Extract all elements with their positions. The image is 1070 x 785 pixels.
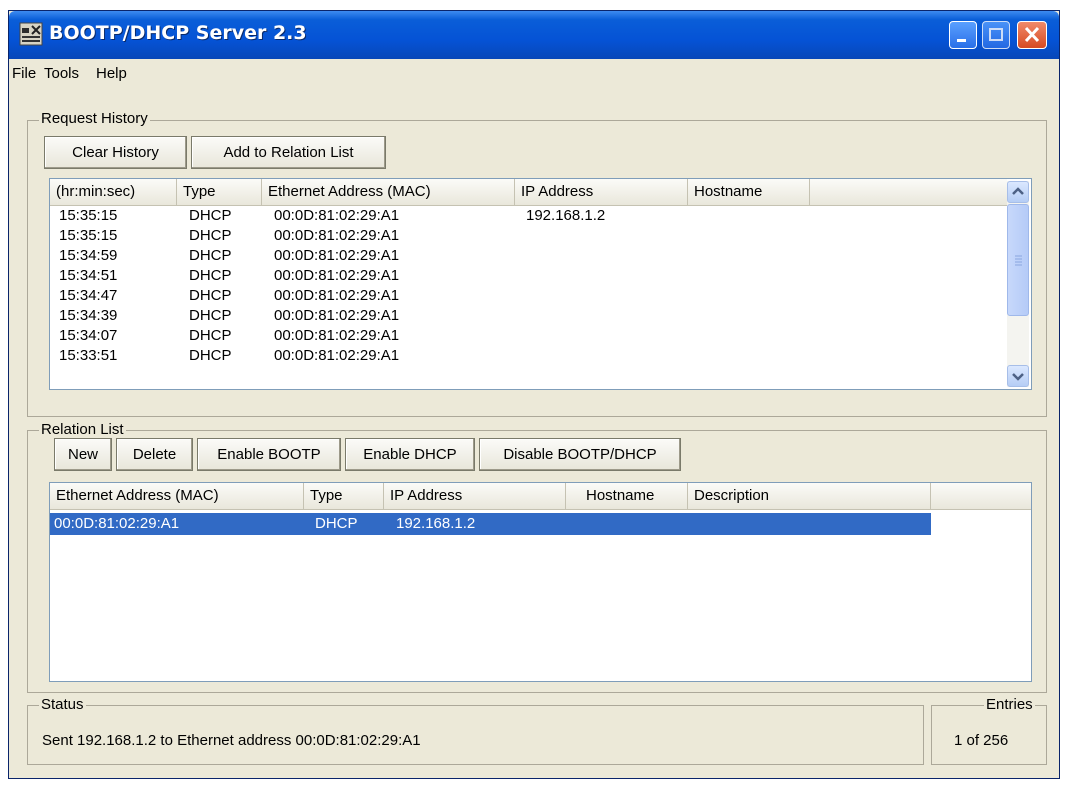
- request-history-scrollbar[interactable]: [1007, 181, 1029, 387]
- window-title: BOOTP/DHCP Server 2.3: [49, 22, 307, 44]
- table-row[interactable]: 15:35:15 DHCP 00:0D:81:02:29:A1: [50, 227, 1005, 247]
- cell-type: DHCP: [189, 247, 232, 264]
- chevron-down-icon: [1012, 373, 1024, 381]
- cell-time: 15:35:15: [59, 207, 118, 224]
- request-history-rows: 15:35:15 DHCP 00:0D:81:02:29:A1 192.168.1.2…: [50, 207, 1005, 389]
- relation-list-header: Ethernet Address (MAC) Type IP Address H…: [50, 483, 1031, 510]
- maximize-button[interactable]: [982, 21, 1010, 49]
- cell-time: 15:35:15: [59, 227, 118, 244]
- app-window: BOOTP/DHCP Server 2.3 File Tools Help Re…: [8, 10, 1060, 779]
- column-header-mac[interactable]: Ethernet Address (MAC): [262, 179, 515, 205]
- column-header-hostname[interactable]: Hostname: [566, 483, 688, 509]
- cell-time: 15:34:39: [59, 307, 118, 324]
- cell-type: DHCP: [189, 227, 232, 244]
- cell-time: 15:33:51: [59, 347, 118, 364]
- status-text: Sent 192.168.1.2 to Ethernet address 00:…: [42, 732, 421, 749]
- cell-mac: 00:0D:81:02:29:A1: [274, 287, 400, 304]
- cell-time: 15:34:47: [59, 287, 118, 304]
- table-row[interactable]: 15:34:39 DHCP 00:0D:81:02:29:A1: [50, 307, 1005, 327]
- cell-mac: 00:0D:81:02:29:A1: [274, 247, 400, 264]
- column-header-mac[interactable]: Ethernet Address (MAC): [50, 483, 304, 509]
- add-to-relation-list-button[interactable]: Add to Relation List: [191, 136, 386, 169]
- cell-type: DHCP: [189, 347, 232, 364]
- cell-type: DHCP: [189, 307, 232, 324]
- cell-time: 15:34:59: [59, 247, 118, 264]
- table-row[interactable]: 15:33:51 DHCP 00:0D:81:02:29:A1: [50, 347, 1005, 367]
- delete-button[interactable]: Delete: [116, 438, 193, 471]
- column-header-description[interactable]: Description: [688, 483, 931, 509]
- cell-mac: 00:0D:81:02:29:A1: [274, 227, 400, 244]
- scroll-thumb[interactable]: [1007, 204, 1029, 316]
- cell-type: DHCP: [189, 267, 232, 284]
- scroll-up-button[interactable]: [1007, 181, 1029, 203]
- request-history-label: Request History: [39, 110, 150, 127]
- new-button[interactable]: New: [54, 438, 112, 471]
- cell-type: DHCP: [189, 327, 232, 344]
- request-history-header: (hr:min:sec) Type Ethernet Address (MAC)…: [50, 179, 1007, 206]
- table-row[interactable]: 15:34:59 DHCP 00:0D:81:02:29:A1: [50, 247, 1005, 267]
- menu-bar: File Tools Help: [9, 61, 1059, 89]
- menu-tools[interactable]: Tools: [44, 65, 79, 82]
- menu-help[interactable]: Help: [96, 65, 127, 82]
- column-header-filler: [810, 179, 1007, 205]
- cell-time: 15:34:07: [59, 327, 118, 344]
- status-label: Status: [39, 696, 86, 713]
- cell-mac: 00:0D:81:02:29:A1: [274, 347, 400, 364]
- relation-list[interactable]: Ethernet Address (MAC) Type IP Address H…: [49, 482, 1032, 682]
- cell-ip: 192.168.1.2: [396, 515, 476, 532]
- app-icon: [19, 22, 43, 46]
- clear-history-button[interactable]: Clear History: [44, 136, 187, 169]
- column-header-ip[interactable]: IP Address: [384, 483, 566, 509]
- column-header-hostname[interactable]: Hostname: [688, 179, 810, 205]
- relation-list-label: Relation List: [39, 421, 126, 438]
- table-row[interactable]: 15:35:15 DHCP 00:0D:81:02:29:A1 192.168.1.2: [50, 207, 1005, 227]
- cell-time: 15:34:51: [59, 267, 118, 284]
- cell-type: DHCP: [189, 287, 232, 304]
- enable-dhcp-button[interactable]: Enable DHCP: [345, 438, 475, 471]
- entries-count: 1 of 256: [954, 732, 1009, 749]
- minimize-icon: [957, 39, 966, 42]
- grip-icon: [1015, 255, 1022, 266]
- entries-label: Entries: [984, 696, 1035, 713]
- minimize-button[interactable]: [949, 21, 977, 49]
- title-bar[interactable]: BOOTP/DHCP Server 2.3: [9, 11, 1059, 59]
- close-button[interactable]: [1017, 21, 1047, 49]
- relation-list-rows: 00:0D:81:02:29:A1 DHCP 192.168.1.2: [50, 513, 1031, 673]
- request-history-list[interactable]: (hr:min:sec) Type Ethernet Address (MAC)…: [49, 178, 1032, 390]
- cell-type: DHCP: [189, 207, 232, 224]
- cell-mac: 00:0D:81:02:29:A1: [274, 307, 400, 324]
- column-header-filler: [931, 483, 1031, 509]
- scroll-down-button[interactable]: [1007, 365, 1029, 387]
- cell-ip: 192.168.1.2: [526, 207, 606, 224]
- cell-mac: 00:0D:81:02:29:A1: [274, 207, 400, 224]
- table-row[interactable]: 15:34:47 DHCP 00:0D:81:02:29:A1: [50, 287, 1005, 307]
- table-row[interactable]: 15:34:51 DHCP 00:0D:81:02:29:A1: [50, 267, 1005, 287]
- table-row[interactable]: 15:34:07 DHCP 00:0D:81:02:29:A1: [50, 327, 1005, 347]
- cell-mac: 00:0D:81:02:29:A1: [54, 515, 180, 532]
- cell-type: DHCP: [315, 515, 358, 532]
- column-header-type[interactable]: Type: [177, 179, 262, 205]
- column-header-ip[interactable]: IP Address: [515, 179, 688, 205]
- cell-mac: 00:0D:81:02:29:A1: [274, 327, 400, 344]
- disable-bootp-dhcp-button[interactable]: Disable BOOTP/DHCP: [479, 438, 681, 471]
- close-icon: [1024, 26, 1040, 43]
- menu-file[interactable]: File: [12, 65, 36, 82]
- column-header-type[interactable]: Type: [304, 483, 384, 509]
- cell-mac: 00:0D:81:02:29:A1: [274, 267, 400, 284]
- selected-row[interactable]: 00:0D:81:02:29:A1 DHCP 192.168.1.2: [50, 513, 931, 535]
- enable-bootp-button[interactable]: Enable BOOTP: [197, 438, 341, 471]
- chevron-up-icon: [1012, 187, 1024, 195]
- column-header-time[interactable]: (hr:min:sec): [50, 179, 177, 205]
- maximize-icon: [989, 28, 1003, 41]
